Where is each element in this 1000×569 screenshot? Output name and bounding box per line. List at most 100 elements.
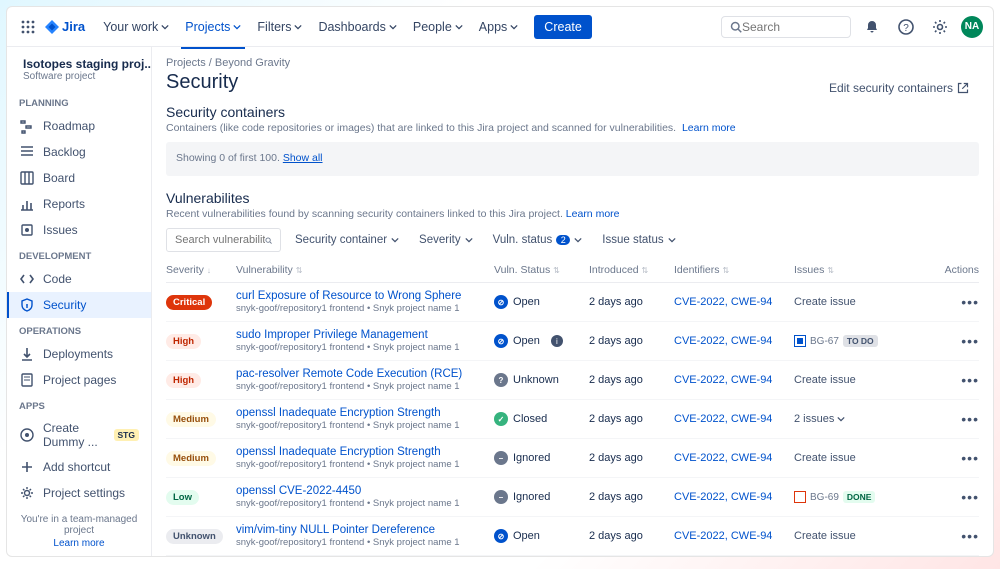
nav-projects[interactable]: Projects xyxy=(177,16,249,38)
create-button[interactable]: Create xyxy=(534,15,592,39)
jira-logo[interactable]: Jira xyxy=(45,19,85,34)
table-header: Severity ↓ Vulnerability ⇅ Vuln. Status … xyxy=(166,260,979,283)
app-switcher-icon[interactable] xyxy=(17,16,39,38)
vuln-title-link[interactable]: openssl Inadequate Encryption Strength xyxy=(236,446,441,458)
sidebar-item-add-shortcut[interactable]: Add shortcut xyxy=(7,454,151,480)
filter-severity[interactable]: Severity xyxy=(413,230,479,250)
th-severity[interactable]: Severity ↓ xyxy=(166,264,236,276)
vuln-title-link[interactable]: openssl Inadequate Encryption Strength xyxy=(236,407,441,419)
nav-dashboards[interactable]: Dashboards xyxy=(310,16,404,38)
sidebar-item-label: Project settings xyxy=(43,486,125,500)
filter-container[interactable]: Security container xyxy=(289,230,405,250)
row-actions-menu[interactable]: ••• xyxy=(961,294,979,310)
vuln-search-input[interactable] xyxy=(175,234,265,246)
external-link-icon xyxy=(957,82,969,94)
sidebar-item-security[interactable]: Security xyxy=(7,292,151,318)
chevron-down-icon xyxy=(668,236,676,244)
sidebar-item-reports[interactable]: Reports xyxy=(7,191,151,217)
row-actions-menu[interactable]: ••• xyxy=(961,489,979,505)
row-actions-menu[interactable]: ••• xyxy=(961,528,979,544)
th-vulnerability[interactable]: Vulnerability ⇅ xyxy=(236,264,494,276)
th-actions: Actions xyxy=(939,264,979,276)
code-icon xyxy=(19,271,35,287)
sidebar-item-backlog[interactable]: Backlog xyxy=(7,139,151,165)
identifier-link[interactable]: CVE-2022, CWE-94 xyxy=(674,491,772,503)
th-identifiers[interactable]: Identifiers ⇅ xyxy=(674,264,794,276)
identifier-link[interactable]: CVE-2022, CWE-94 xyxy=(674,335,772,347)
sidebar-item-board[interactable]: Board xyxy=(7,165,151,191)
row-actions-menu[interactable]: ••• xyxy=(961,450,979,466)
nav-apps[interactable]: Apps xyxy=(471,16,527,38)
create-issue-link[interactable]: Create issue xyxy=(794,452,856,464)
edit-containers-button[interactable]: Edit security containers xyxy=(819,76,979,100)
vuln-table: Severity ↓ Vulnerability ⇅ Vuln. Status … xyxy=(166,260,979,556)
vuln-learn-link[interactable]: Learn more xyxy=(566,208,620,220)
containers-show-all-link[interactable]: Show all xyxy=(283,152,323,164)
vuln-search[interactable] xyxy=(166,228,281,252)
vuln-title-link[interactable]: vim/vim-tiny NULL Pointer Dereference xyxy=(236,524,435,536)
identifier-link[interactable]: CVE-2022, CWE-94 xyxy=(674,374,772,386)
chevron-down-icon xyxy=(837,415,845,423)
identifier-link[interactable]: CVE-2022, CWE-94 xyxy=(674,530,772,542)
sidebar-item-project-pages[interactable]: Project pages xyxy=(7,367,151,393)
create-issue-link[interactable]: Create issue xyxy=(794,296,856,308)
sidebar-item-roadmap[interactable]: Roadmap xyxy=(7,113,151,139)
containers-panel: Showing 0 of first 100. Show all xyxy=(166,142,979,176)
sidebar-item-code[interactable]: Code xyxy=(7,266,151,292)
sidebar-item-deployments[interactable]: Deployments xyxy=(7,341,151,367)
row-actions-menu[interactable]: ••• xyxy=(961,372,979,388)
status-icon: ⊘ xyxy=(494,334,508,348)
introduced-text: 2 days ago xyxy=(589,374,674,386)
th-status[interactable]: Vuln. Status ⇅ xyxy=(494,264,589,276)
vuln-title-link[interactable]: openssl CVE-2022-4450 xyxy=(236,485,361,497)
issues-dropdown[interactable]: 2 issues xyxy=(794,413,939,425)
table-row: High sudo Improper Privilege Managements… xyxy=(166,322,979,361)
nav-people[interactable]: People xyxy=(405,16,471,38)
global-search[interactable] xyxy=(721,16,851,38)
create-issue-link[interactable]: Create issue xyxy=(794,530,856,542)
row-actions-menu[interactable]: ••• xyxy=(961,411,979,427)
identifier-link[interactable]: CVE-2022, CWE-94 xyxy=(674,296,772,308)
filter-vuln-status[interactable]: Vuln. status2 xyxy=(487,230,589,250)
sidebar-item-label: Create Dummy ... xyxy=(43,421,106,449)
info-icon[interactable]: i xyxy=(551,335,563,347)
linked-issue[interactable]: BG-67TO DO xyxy=(794,335,939,347)
linked-issue[interactable]: BG-69DONE xyxy=(794,491,939,503)
create-issue-link[interactable]: Create issue xyxy=(794,374,856,386)
table-row: Medium openssl Inadequate Encryption Str… xyxy=(166,400,979,439)
nav-filters[interactable]: Filters xyxy=(249,16,310,38)
settings-icon[interactable] xyxy=(927,14,953,40)
vuln-title-link[interactable]: pac-resolver Remote Code Execution (RCE) xyxy=(236,368,462,380)
vuln-title-link[interactable]: curl Exposure of Resource to Wrong Spher… xyxy=(236,290,461,302)
vuln-meta: snyk-goof/repository1 frontend • Snyk pr… xyxy=(236,342,494,353)
vuln-title-link[interactable]: sudo Improper Privilege Management xyxy=(236,329,428,341)
status-text: Closed xyxy=(513,413,547,425)
filter-issue-status[interactable]: Issue status xyxy=(596,230,681,250)
sidebar-item-issues[interactable]: Issues xyxy=(7,217,151,243)
sidebar-item-create-dummy-[interactable]: Create Dummy ...STG xyxy=(7,416,151,454)
introduced-text: 2 days ago xyxy=(589,491,674,503)
breadcrumb-parent[interactable]: Projects xyxy=(166,57,206,69)
sidebar-item-label: Deployments xyxy=(43,347,113,361)
user-avatar[interactable]: NA xyxy=(961,16,983,38)
sidebar-footer-link[interactable]: Learn more xyxy=(15,538,143,549)
table-row: Low openssl CVE-2022-4450snyk-goof/repos… xyxy=(166,478,979,517)
th-introduced[interactable]: Introduced ⇅ xyxy=(589,264,674,276)
vuln-heading: Vulnerabilites xyxy=(166,190,979,206)
status-icon: ? xyxy=(494,373,508,387)
sidebar-item-project-settings[interactable]: Project settings xyxy=(7,480,151,506)
project-header[interactable]: Isotopes staging proj.. Software project xyxy=(7,57,151,90)
nav-your-work[interactable]: Your work xyxy=(95,16,177,38)
notifications-icon[interactable] xyxy=(859,14,885,40)
help-icon[interactable]: ? xyxy=(893,14,919,40)
row-actions-menu[interactable]: ••• xyxy=(961,333,979,349)
severity-pill: High xyxy=(166,373,201,388)
containers-learn-link[interactable]: Learn more xyxy=(682,122,736,134)
containers-heading: Security containers xyxy=(166,104,979,120)
th-issues[interactable]: Issues ⇅ xyxy=(794,264,939,276)
identifier-link[interactable]: CVE-2022, CWE-94 xyxy=(674,413,772,425)
status-icon: ⊘ xyxy=(494,529,508,543)
global-search-input[interactable] xyxy=(742,20,837,34)
identifier-link[interactable]: CVE-2022, CWE-94 xyxy=(674,452,772,464)
search-icon xyxy=(730,21,742,33)
